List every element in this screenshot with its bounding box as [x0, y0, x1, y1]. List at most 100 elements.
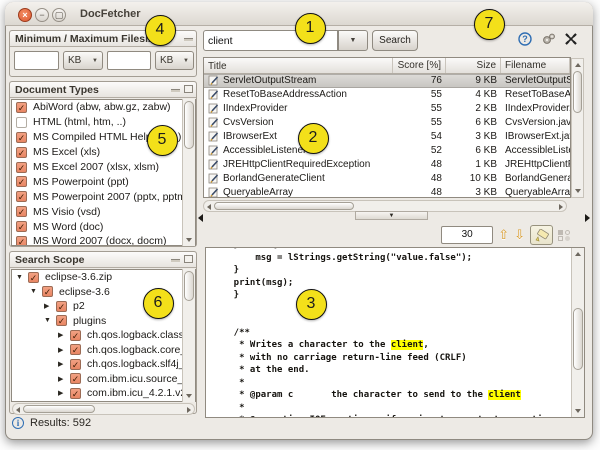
results-count: Results: 592	[30, 417, 92, 429]
scope-item-label: plugins	[73, 314, 107, 327]
tree-collapse-icon[interactable]: ▼	[16, 274, 25, 281]
min-filesize-input[interactable]	[14, 51, 59, 70]
result-size: 6 KB	[475, 144, 497, 156]
scope-tree-item[interactable]: ▼ ✓ eclipse-3.6.zip	[12, 270, 195, 285]
checkbox-icon[interactable]: ✓	[70, 373, 81, 385]
search-history-dropdown[interactable]: ▼	[338, 30, 368, 51]
checkbox-icon[interactable]: ✓	[16, 131, 27, 143]
view-mode-icon[interactable]	[558, 229, 571, 241]
table-row[interactable]: QueryableArray 48 3 KB QueryableArray	[204, 185, 570, 197]
panel-minimize-icon[interactable]	[184, 38, 193, 41]
table-row[interactable]: IIndexProvider 55 2 KB IIndexProvider.	[204, 102, 570, 116]
result-size: 10 KB	[469, 172, 497, 184]
checkbox-icon[interactable]: ✓	[16, 191, 27, 203]
checkbox-icon[interactable]: ✓	[56, 300, 67, 312]
panel-maximize-icon[interactable]	[184, 255, 193, 263]
minimize-to-tray-icon[interactable]	[564, 32, 578, 49]
tree-expand-icon[interactable]: ▶	[58, 360, 67, 368]
scope-tree-item[interactable]: ▶✓com.jcraft.jsch.source_0.1.41	[12, 401, 195, 402]
tree-expand-icon[interactable]: ▶	[58, 375, 67, 383]
preview-scrollbar[interactable]	[571, 248, 584, 417]
scope-tree-item[interactable]: ▶✓ com.ibm.icu.source_4.2.1.v20	[12, 372, 195, 387]
occurrence-count-field[interactable]: 30	[441, 226, 494, 244]
document-types-scrollbar[interactable]	[182, 99, 195, 246]
result-title-cell: QueryableArray	[204, 187, 393, 197]
previous-occurrence-icon[interactable]: ⇧	[498, 228, 509, 242]
tree-expand-icon[interactable]: ▶	[58, 331, 67, 339]
highlight-toggle-button[interactable]	[530, 225, 553, 245]
scope-tree-item[interactable]: ▶✓ com.ibm.icu_4.2.1.v20100412	[12, 386, 195, 401]
document-type-item[interactable]: ✓ MS Word 2007 (docx, docm)	[12, 234, 195, 245]
document-type-item[interactable]: ✓ MS Visio (vsd)	[12, 204, 195, 219]
document-type-item[interactable]: ✓ MS Excel 2007 (xlsx, xlsm)	[12, 160, 195, 175]
column-header-title[interactable]: Title	[204, 58, 393, 73]
scope-tree-item[interactable]: ▶✓ ch.qos.logback.slf4j_0.9.19.v2	[12, 357, 195, 372]
preview-pane[interactable]: } else { msg = lStrings.getString("value…	[205, 247, 585, 418]
next-occurrence-icon[interactable]: ⇩	[514, 228, 525, 242]
sash-collapse-left-icon[interactable]	[198, 214, 203, 222]
table-row[interactable]: ResetToBaseAddressAction 55 4 KB ResetToBas…	[204, 88, 570, 102]
document-type-item[interactable]: ✓ MS Powerpoint 2007 (pptx, pptm)	[12, 189, 195, 204]
help-icon[interactable]: ?	[518, 32, 532, 49]
checkbox-icon[interactable]	[16, 116, 27, 128]
result-filename: ResetToBaseA	[505, 89, 570, 101]
document-type-item[interactable]: ✓ MS Word (doc)	[12, 219, 195, 234]
panel-minimize-icon[interactable]	[171, 259, 180, 262]
column-header-score[interactable]: Score [%]	[393, 58, 446, 73]
checkbox-icon[interactable]: ✓	[70, 329, 81, 341]
close-button[interactable]: ×	[18, 8, 32, 22]
minimize-button[interactable]: −	[35, 8, 49, 22]
checkbox-icon[interactable]: ✓	[28, 271, 39, 283]
document-type-item[interactable]: ✓ MS Powerpoint (ppt)	[12, 174, 195, 189]
checkbox-icon[interactable]: ✓	[42, 286, 53, 298]
tree-collapse-icon[interactable]: ▼	[44, 317, 53, 324]
checkbox-icon[interactable]: ✓	[70, 387, 81, 399]
search-scope-hscrollbar[interactable]	[12, 403, 195, 415]
max-filesize-unit-dropdown[interactable]: KB ▼	[155, 51, 194, 70]
search-scope-scrollbar[interactable]	[182, 269, 195, 402]
table-row[interactable]: AccessibleListener 52 6 KB AccessibleListe	[204, 143, 570, 157]
column-header-size[interactable]: Size	[446, 58, 501, 73]
code-line: * @param c the character to send to the …	[212, 390, 521, 400]
document-types-list: ✓ AbiWord (abw, abw.gz, zabw) HTML (html, …	[11, 99, 196, 246]
max-filesize-input[interactable]	[107, 51, 151, 70]
tree-collapse-icon[interactable]: ▼	[30, 288, 39, 295]
results-table-scrollbar[interactable]	[571, 58, 584, 198]
document-type-item[interactable]: ✓ AbiWord (abw, abw.gz, zabw)	[12, 100, 195, 115]
panel-maximize-icon[interactable]	[184, 85, 193, 93]
tree-expand-icon[interactable]: ▶	[44, 302, 53, 310]
checkbox-icon[interactable]: ✓	[16, 221, 27, 233]
result-score: 55	[430, 117, 442, 129]
checkbox-icon[interactable]: ✓	[16, 161, 27, 173]
checkbox-icon[interactable]: ✓	[16, 235, 27, 245]
sash-collapse-right-icon[interactable]	[585, 214, 590, 222]
document-pen-icon	[208, 103, 219, 114]
splitter-handle[interactable]: ▼	[355, 211, 428, 220]
table-row[interactable]: BorlandGenerateClient 48 10 KB BorlandGener…	[204, 171, 570, 185]
checkbox-icon[interactable]: ✓	[56, 315, 67, 327]
document-pen-icon	[208, 145, 219, 156]
scope-tree-item[interactable]: ▶✓ ch.qos.logback.core_0.9.19.v2	[12, 343, 195, 358]
document-type-label: MS Powerpoint 2007 (pptx, pptm)	[33, 190, 190, 203]
table-row[interactable]: IBrowserExt 54 3 KB IBrowserExt.jav	[204, 130, 570, 144]
maximize-button[interactable]: ▢	[52, 8, 66, 22]
tree-expand-icon[interactable]: ▶	[58, 346, 67, 354]
panel-minimize-icon[interactable]	[171, 89, 180, 92]
column-header-fname[interactable]: Filename	[501, 58, 570, 73]
scope-tree-item[interactable]: ▶✓ ch.qos.logback.classic_0.9.19	[12, 328, 195, 343]
table-row[interactable]: CvsVersion 55 6 KB CvsVersion.jav	[204, 116, 570, 130]
checkbox-icon[interactable]: ✓	[16, 101, 27, 113]
checkbox-icon[interactable]: ✓	[70, 344, 81, 356]
checkbox-icon[interactable]: ✓	[70, 358, 81, 370]
preferences-gears-icon[interactable]	[541, 32, 557, 49]
checkbox-icon[interactable]: ✓	[16, 176, 27, 188]
checkbox-icon[interactable]: ✓	[16, 206, 27, 218]
search-button[interactable]: Search	[372, 30, 418, 51]
table-row[interactable]: JREHttpClientRequiredException 48 1 KB JREH…	[204, 157, 570, 171]
annotation-circle-1: 1	[294, 12, 326, 44]
tree-expand-icon[interactable]: ▶	[58, 389, 67, 397]
min-filesize-unit-dropdown[interactable]: KB ▼	[63, 51, 103, 70]
checkbox-icon[interactable]: ✓	[16, 146, 27, 158]
table-row[interactable]: ServletOutputStream 76 9 KB ServletOutputS	[204, 74, 570, 88]
